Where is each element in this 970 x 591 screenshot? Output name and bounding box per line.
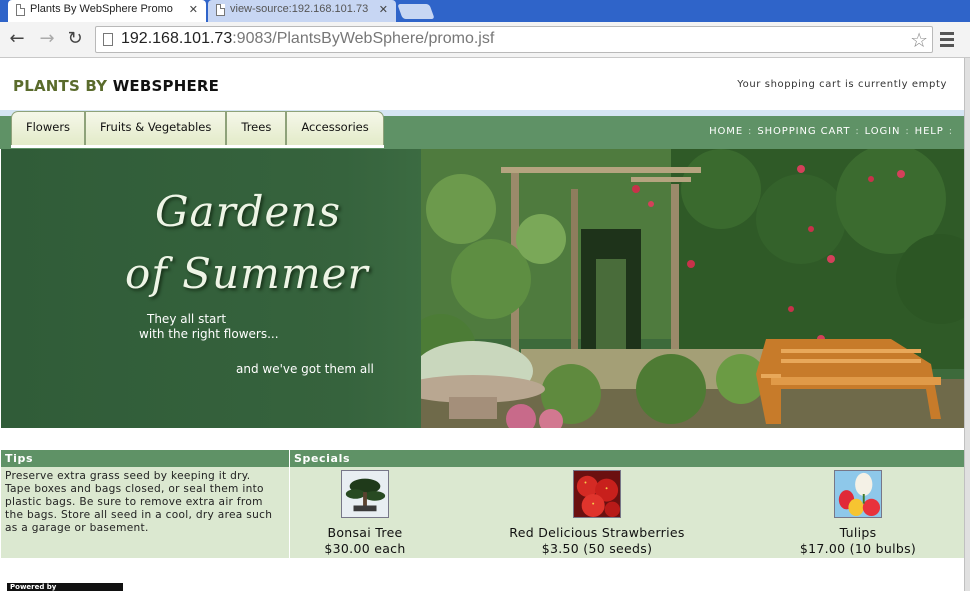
url-text[interactable]: 192.168.101.73:9083/PlantsByWebSphere/pr… xyxy=(121,30,494,48)
tab-accessories[interactable]: Accessories xyxy=(286,111,384,145)
banner-headline-line2: of Summer xyxy=(125,249,369,298)
tips-line: as a garage or basement. xyxy=(5,522,149,534)
page-icon xyxy=(216,4,225,16)
category-tabs: Flowers Fruits & Vegetables Trees Access… xyxy=(11,111,384,148)
tips-text: Preserve extra grass seed by keeping it … xyxy=(1,467,289,538)
tab-trees[interactable]: Trees xyxy=(226,111,287,145)
powered-by-badge[interactable]: Powered by xyxy=(7,583,123,591)
tips-line: plastic bags. Be sure to remove extra ai… xyxy=(5,496,263,508)
shopping-cart-link[interactable]: SHOPPING CART xyxy=(757,126,850,137)
new-tab-button[interactable] xyxy=(397,4,435,19)
tips-heading: Tips xyxy=(1,450,289,467)
tips-panel: Tips Preserve extra grass seed by keepin… xyxy=(1,450,289,558)
close-icon[interactable]: ✕ xyxy=(189,3,198,16)
special-item-name[interactable]: Red Delicious Strawberries xyxy=(507,525,687,541)
reload-icon[interactable]: ↻ xyxy=(64,28,86,50)
special-item-price: $17.00 (10 bulbs) xyxy=(799,541,917,556)
special-item-bonsai[interactable]: Bonsai Tree $30.00 each xyxy=(324,470,406,557)
banner-tagline-line1: They all start xyxy=(147,312,227,326)
help-link[interactable]: HELP xyxy=(915,126,944,137)
link-separator: : xyxy=(948,126,953,137)
browser-tabstrip: Plants By WebSphere Promo ✕ view-source:… xyxy=(0,0,970,22)
special-item-name[interactable]: Tulips xyxy=(798,525,918,541)
banner-headline-line1: Gardens xyxy=(155,187,342,236)
garden-photo xyxy=(421,149,964,428)
specials-panel: Specials Bonsai Tree $30.00 each Red Del… xyxy=(290,450,964,558)
logo-part-websphere: WEBSPHERE xyxy=(112,77,220,95)
promo-banner: Gardens of Summer They all start with th… xyxy=(1,149,964,428)
tab-fruits-vegetables[interactable]: Fruits & Vegetables xyxy=(85,111,227,145)
logo-part-plants-by: PLANTS BY xyxy=(13,77,108,95)
strawberries-thumbnail[interactable] xyxy=(573,470,621,518)
tips-line: Tape boxes and bags closed, or seal them… xyxy=(5,483,264,495)
link-separator: : xyxy=(905,126,910,137)
page-scrollbar[interactable] xyxy=(964,58,970,591)
page-content: PLANTS BY WEBSPHERE Your shopping cart i… xyxy=(0,58,964,591)
special-item-tulips[interactable]: Tulips $17.00 (10 bulbs) xyxy=(798,470,918,557)
banner-tagline-line3: and we've got them all xyxy=(236,362,374,376)
url-host: 192.168.101.73 xyxy=(121,30,233,47)
special-item-name[interactable]: Bonsai Tree xyxy=(324,525,406,541)
star-icon[interactable]: ☆ xyxy=(910,28,928,52)
tips-line: the bags. Store all seed in a cool, dry … xyxy=(5,509,273,521)
address-bar[interactable]: 192.168.101.73:9083/PlantsByWebSphere/pr… xyxy=(95,26,933,53)
link-separator: : xyxy=(748,126,753,137)
hamburger-menu-icon[interactable] xyxy=(940,32,954,50)
banner-tagline-line2: with the right flowers... xyxy=(139,327,279,341)
special-item-price: $3.50 (50 seeds) xyxy=(541,541,653,556)
browser-toolbar: ← → ↻ 192.168.101.73:9083/PlantsByWebSph… xyxy=(0,22,970,58)
cart-status: Your shopping cart is currently empty xyxy=(737,79,947,90)
browser-tab-view-source[interactable]: view-source:192.168.101.73 ✕ xyxy=(208,0,396,22)
page-icon xyxy=(16,4,25,16)
tab-flowers[interactable]: Flowers xyxy=(11,111,86,145)
close-icon[interactable]: ✕ xyxy=(379,3,388,16)
page-icon xyxy=(103,33,113,46)
back-arrow-icon[interactable]: ← xyxy=(6,28,28,50)
browser-tab-title: view-source:192.168.101.73 xyxy=(230,3,369,15)
link-separator: : xyxy=(855,126,860,137)
site-logo[interactable]: PLANTS BY WEBSPHERE xyxy=(13,77,219,95)
bonsai-tree-thumbnail[interactable] xyxy=(341,470,389,518)
special-item-price: $30.00 each xyxy=(324,541,406,556)
url-path: :9083/PlantsByWebSphere/promo.jsf xyxy=(232,30,495,47)
tips-line: Preserve extra grass seed by keeping it … xyxy=(5,470,251,482)
utility-links: HOME: SHOPPING CART: LOGIN: HELP: xyxy=(709,126,958,137)
home-link[interactable]: HOME xyxy=(709,126,743,137)
forward-arrow-icon[interactable]: → xyxy=(36,28,58,50)
special-item-strawberries[interactable]: Red Delicious Strawberries $3.50 (50 see… xyxy=(507,470,687,557)
browser-tab-promo[interactable]: Plants By WebSphere Promo ✕ xyxy=(8,0,206,22)
specials-heading: Specials xyxy=(290,450,964,467)
browser-tab-title: Plants By WebSphere Promo xyxy=(30,3,173,15)
login-link[interactable]: LOGIN xyxy=(865,126,901,137)
tulips-thumbnail[interactable] xyxy=(834,470,882,518)
